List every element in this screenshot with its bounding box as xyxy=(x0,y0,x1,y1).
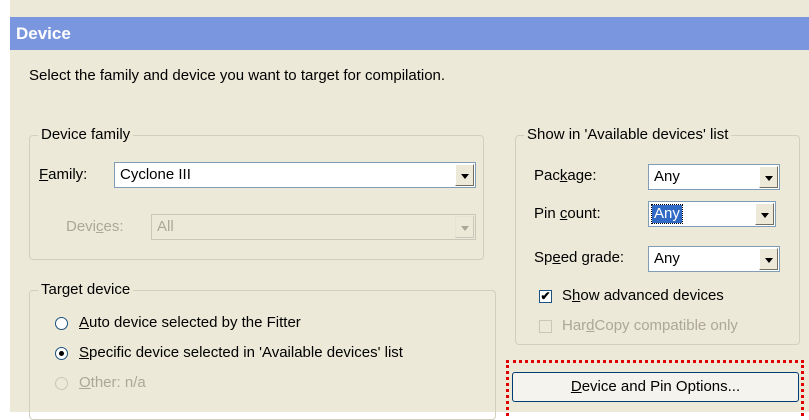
show-advanced-checkbox[interactable]: ✔ xyxy=(539,290,552,303)
speed-grade-label: Speed grade: xyxy=(534,249,625,266)
device-family-legend: Device family xyxy=(38,126,134,144)
chevron-down-icon[interactable] xyxy=(759,166,778,188)
package-value: Any xyxy=(654,168,680,185)
chevron-down-icon[interactable] xyxy=(755,203,774,225)
auto-device-radio[interactable] xyxy=(55,317,68,330)
show-list-legend: Show in 'Available devices' list xyxy=(524,126,732,144)
dialog-description: Select the family and device you want to… xyxy=(29,67,446,84)
package-select[interactable]: Any xyxy=(648,164,780,190)
devices-label: Devices: xyxy=(66,218,124,235)
family-label: Family: xyxy=(39,166,88,183)
chevron-down-icon[interactable] xyxy=(455,216,474,238)
chevron-down-icon[interactable] xyxy=(455,164,474,186)
target-device-legend: Target device xyxy=(38,281,134,299)
other-device-radio[interactable] xyxy=(55,377,68,390)
hardcopy-checkbox[interactable] xyxy=(539,320,552,333)
device-family-group: Device family xyxy=(29,126,484,260)
specific-device-label[interactable]: Specific device selected in 'Available d… xyxy=(79,344,403,362)
family-value: Cyclone III xyxy=(120,166,191,183)
hardcopy-label: HardCopy compatible only xyxy=(562,317,738,334)
devices-select[interactable]: All xyxy=(151,214,476,240)
speed-grade-select[interactable]: Any xyxy=(648,246,780,272)
auto-device-label[interactable]: Auto device selected by the Fitter xyxy=(79,314,301,332)
chevron-down-icon[interactable] xyxy=(759,248,778,270)
other-device-label: Other: n/a xyxy=(79,374,146,391)
package-label: Package: xyxy=(534,167,597,184)
show-advanced-label[interactable]: Show advanced devices xyxy=(562,287,724,305)
pin-count-value: Any xyxy=(651,204,683,224)
speed-grade-value: Any xyxy=(654,250,680,267)
dialog-title: Device xyxy=(10,17,809,50)
pin-count-label: Pin count: xyxy=(534,205,601,222)
family-select[interactable]: Cyclone III xyxy=(114,162,476,188)
devices-value: All xyxy=(157,218,174,235)
pin-count-select[interactable]: Any xyxy=(648,201,776,227)
check-icon: ✔ xyxy=(540,289,551,303)
specific-device-radio[interactable] xyxy=(55,347,68,360)
highlight-annotation xyxy=(506,360,804,416)
